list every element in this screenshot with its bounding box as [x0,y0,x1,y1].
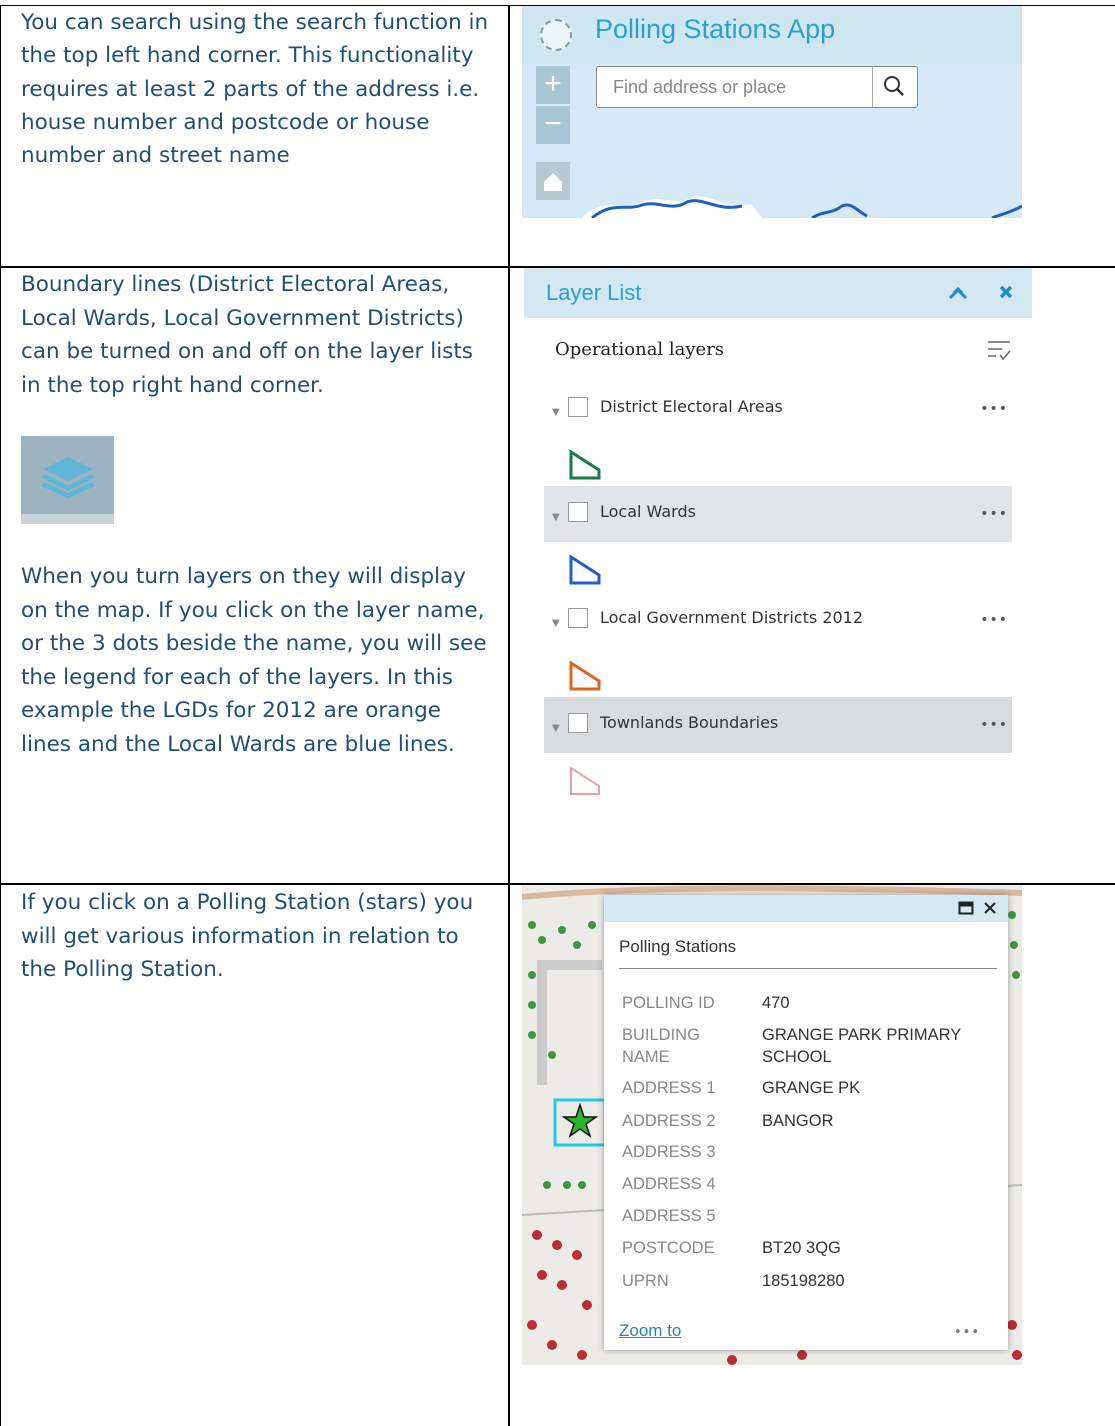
home-icon [544,173,562,191]
expand-caret-icon[interactable]: ▼ [552,407,560,418]
field-value: 185198280 [762,1272,845,1290]
field-value: BT20 3QG [762,1239,841,1257]
layer-label[interactable]: Local Wards [600,502,696,521]
more-options-icon[interactable]: ••• [980,401,1008,417]
zoom-out-button[interactable]: − [536,106,570,144]
layer-list-panel: Layer List Operational layers ▼ District… [524,268,1032,828]
field-value: GRANGE PARK PRIMARY SCHOOL [762,1026,961,1066]
field-key: POSTCODE [622,1239,715,1257]
instruction-polling-station: If you click on a Polling Station (stars… [21,890,474,983]
app-title: Polling Stations App [595,14,836,44]
legend-polygon-icon [570,766,600,795]
field-value: BANGOR [762,1112,834,1130]
stacked-layers-icon [41,457,95,499]
search-icon [884,76,904,96]
expand-caret-icon[interactable]: ▼ [552,618,560,629]
layer-row-local-wards[interactable]: ▼ Local Wards ••• [544,486,1012,542]
search-button[interactable] [872,67,917,107]
app-logo-icon [540,19,572,51]
more-options-icon[interactable]: ••• [954,1325,980,1340]
layer-options-icon[interactable] [986,338,1012,362]
more-options-icon[interactable]: ••• [980,506,1008,522]
field-key: POLLING ID [622,994,715,1012]
layer-label[interactable]: Townlands Boundaries [600,713,778,732]
more-options-icon[interactable]: ••• [980,717,1008,733]
search-input[interactable] [597,67,875,107]
instruction-layer-toggle: Boundary lines (District Electoral Areas… [21,272,474,398]
table-border-left [0,5,1,1426]
field-value: GRANGE PK [762,1079,861,1097]
zoom-in-button[interactable]: + [536,66,570,104]
field-key: ADDRESS 2 [622,1112,716,1130]
field-key: UPRN [622,1272,669,1290]
field-value: 470 [762,994,790,1012]
layer-list-widget-button [21,436,114,524]
layer-row-local-government-districts[interactable]: ▼ Local Government Districts 2012 ••• [544,592,1012,648]
layer-list-header: Layer List [524,268,1032,318]
operational-layers-heading: Operational layers [555,339,725,360]
layer-checkbox[interactable] [568,502,588,522]
field-key: ADDRESS 4 [622,1175,716,1193]
field-key: ADDRESS 3 [622,1143,716,1161]
field-key: ADDRESS 5 [622,1207,716,1225]
layer-checkbox[interactable] [568,608,588,628]
legend-polygon-icon [569,449,601,480]
layer-row-townlands-boundaries[interactable]: ▼ Townlands Boundaries ••• [544,697,1012,753]
field-key: ADDRESS 1 [622,1079,716,1097]
more-options-icon[interactable]: ••• [980,612,1008,628]
layer-label[interactable]: District Electoral Areas [600,397,783,416]
expand-caret-icon[interactable]: ▼ [552,512,560,523]
polling-station-popup: Polling Stations POLLING ID 470 BUILDING… [604,895,1008,1350]
instruction-layer-legend: When you turn layers on they will displa… [21,564,487,757]
home-button[interactable] [536,162,570,200]
field-key: BUILDING NAME [622,1026,700,1066]
table-column-divider [508,5,510,1426]
map-popup-screenshot: Polling Stations POLLING ID 470 BUILDING… [522,885,1022,1365]
legend-polygon-icon [569,660,601,691]
expand-caret-icon[interactable]: ▼ [552,723,560,734]
search-box [596,66,918,108]
zoom-to-link[interactable]: Zoom to [619,1321,681,1341]
close-icon[interactable] [998,284,1014,300]
instruction-search: You can search using the search function… [21,10,489,169]
maximize-icon[interactable] [958,901,974,915]
app-title-bar: Polling Stations App [522,6,1022,64]
legend-polygon-icon [569,554,601,585]
collapse-icon[interactable] [948,285,968,301]
layer-row-district-electoral-areas[interactable]: ▼ District Electoral Areas ••• [544,381,1012,437]
app-header-screenshot: Polling Stations App + − [522,6,1022,218]
popup-title-bar [604,895,1008,922]
close-icon[interactable] [982,900,998,916]
layer-label[interactable]: Local Government Districts 2012 [600,608,863,627]
layer-list-title: Layer List [546,280,642,305]
popup-divider [619,968,997,969]
popup-title: Polling Stations [619,937,737,956]
layer-checkbox[interactable] [568,397,588,417]
layer-checkbox[interactable] [568,713,588,733]
